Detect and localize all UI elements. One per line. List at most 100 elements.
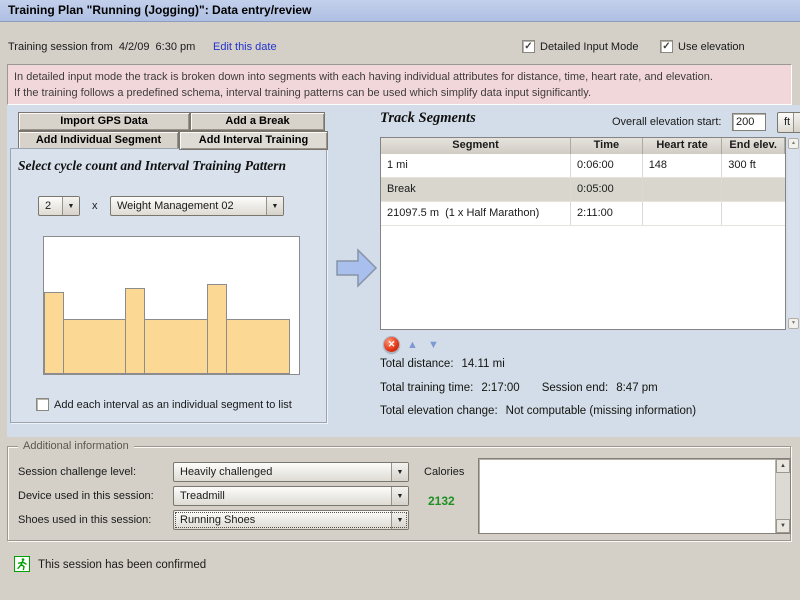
- challenge-level-combobox[interactable]: Heavily challenged ▼: [173, 462, 409, 482]
- scroll-up-icon[interactable]: ▲: [788, 138, 799, 149]
- pattern-chart: [43, 236, 300, 375]
- total-elevation-label: Total elevation change:: [380, 405, 498, 417]
- chevron-down-icon[interactable]: ▼: [62, 197, 79, 215]
- total-elevation-value: Not computable (missing information): [506, 405, 696, 417]
- total-distance-line: Total distance: 14.11 mi: [380, 358, 505, 370]
- challenge-level-value: Heavily challenged: [174, 463, 391, 481]
- add-each-interval-label: Add each interval as an individual segme…: [54, 399, 292, 411]
- interval-panel-heading: Select cycle count and Interval Training…: [18, 158, 286, 174]
- use-elevation-label: Use elevation: [678, 41, 745, 53]
- chevron-down-icon[interactable]: ▼: [391, 463, 408, 481]
- table-row[interactable]: 1 mi 0:06:00 148 300 ft: [381, 154, 785, 178]
- training-plan-window: Training Plan "Running (Jogging)": Data …: [0, 0, 800, 600]
- cell-time: 0:06:00: [571, 154, 643, 177]
- device-used-combobox[interactable]: Treadmill ▼: [173, 486, 409, 506]
- cell-end-elev: [722, 202, 785, 225]
- tab-import-gps-data[interactable]: Import GPS Data: [18, 112, 190, 131]
- cell-end-elev: 300 ft: [722, 154, 785, 177]
- pattern-bar: [144, 319, 208, 374]
- runner-icon: [14, 556, 30, 572]
- session-end-value: 8:47 pm: [616, 382, 658, 394]
- device-used-value: Treadmill: [174, 487, 391, 505]
- column-header-heart-rate[interactable]: Heart rate: [643, 138, 723, 154]
- track-segments-table: Segment Time Heart rate End elev. 1 mi 0…: [380, 137, 786, 330]
- total-distance-label: Total distance:: [380, 358, 454, 370]
- info-line-1: In detailed input mode the track is brok…: [14, 69, 785, 85]
- table-row[interactable]: Break 0:05:00: [381, 178, 785, 202]
- calories-label: Calories: [424, 466, 464, 478]
- scroll-down-icon[interactable]: ▼: [788, 318, 799, 329]
- chevron-down-icon[interactable]: ▼: [391, 511, 408, 529]
- total-time-line: Total training time: 2:17:00 Session end: 8…: [380, 382, 658, 394]
- cell-heart-rate: [643, 202, 723, 225]
- tab-add-a-break[interactable]: Add a Break: [190, 112, 325, 131]
- total-time-label: Total training time:: [380, 382, 473, 394]
- additional-information-legend: Additional information: [18, 440, 134, 452]
- session-date-label: Training session from 4/2/09 6:30 pm: [8, 41, 195, 53]
- shoes-used-label: Shoes used in this session:: [18, 514, 151, 526]
- cycle-count-combobox[interactable]: 2 ▼: [38, 196, 80, 216]
- pattern-bar: [44, 292, 64, 374]
- column-header-time[interactable]: Time: [571, 138, 643, 154]
- notes-scrollbar[interactable]: ▲ ▼: [775, 459, 790, 533]
- chevron-down-icon[interactable]: ▼: [391, 487, 408, 505]
- scroll-up-icon[interactable]: ▲: [776, 459, 790, 473]
- pattern-combobox[interactable]: Weight Management 02 ▼: [110, 196, 284, 216]
- track-segments-heading: Track Segments: [380, 110, 476, 127]
- check-icon: ✓: [660, 40, 673, 53]
- elevation-start-input[interactable]: [732, 113, 766, 131]
- window-title: Training Plan "Running (Jogging)": Data …: [8, 3, 311, 17]
- table-row[interactable]: 21097.5 m (1 x Half Marathon) 2:11:00: [381, 202, 785, 226]
- session-confirmed-label: This session has been confirmed: [38, 559, 206, 571]
- move-down-icon[interactable]: ▼: [428, 340, 439, 351]
- table-scrollbar[interactable]: ▲ ▼: [788, 138, 799, 329]
- cell-heart-rate: [643, 178, 723, 201]
- pattern-bar: [207, 284, 227, 374]
- pattern-value: Weight Management 02: [111, 197, 266, 215]
- total-time-value: 2:17:00: [481, 382, 519, 394]
- tab-add-interval-training[interactable]: Add Interval Training: [179, 131, 328, 150]
- add-each-interval-checkbox[interactable]: Add each interval as an individual segme…: [36, 398, 292, 411]
- info-line-2: If the training follows a predefined sch…: [14, 85, 785, 101]
- edit-date-link[interactable]: Edit this date: [213, 41, 277, 53]
- move-up-icon[interactable]: ▲: [407, 340, 418, 351]
- cell-time: 2:11:00: [571, 202, 643, 225]
- title-bar: Training Plan "Running (Jogging)": Data …: [0, 0, 800, 22]
- table-header-row: Segment Time Heart rate End elev.: [381, 138, 785, 154]
- cell-time: 0:05:00: [571, 178, 643, 201]
- cell-end-elev: [722, 178, 785, 201]
- pattern-bar: [63, 319, 126, 374]
- checkbox-empty-icon: [36, 398, 49, 411]
- multiply-label: x: [92, 200, 98, 212]
- shoes-used-combobox[interactable]: Running Shoes ▼: [173, 510, 409, 530]
- notes-text[interactable]: [479, 459, 775, 533]
- column-header-segment[interactable]: Segment: [381, 138, 571, 154]
- transfer-arrow-icon: [336, 246, 378, 292]
- cell-segment: 1 mi: [381, 154, 571, 177]
- device-used-label: Device used in this session:: [18, 490, 154, 502]
- cycle-count-value: 2: [39, 197, 62, 215]
- calories-value: 2132: [428, 494, 455, 508]
- pattern-bar: [226, 319, 290, 374]
- challenge-level-label: Session challenge level:: [18, 466, 136, 478]
- detailed-input-checkbox[interactable]: ✓ Detailed Input Mode: [522, 40, 638, 53]
- elevation-start-label: Overall elevation start:: [612, 116, 721, 128]
- total-elevation-line: Total elevation change: Not computable (m…: [380, 405, 696, 417]
- elevation-unit-combobox[interactable]: ft ▼: [777, 112, 800, 133]
- shoes-used-value: Running Shoes: [174, 511, 391, 529]
- delete-segment-button[interactable]: ✕: [383, 336, 400, 353]
- chevron-down-icon[interactable]: ▼: [266, 197, 283, 215]
- total-distance-value: 14.11 mi: [462, 358, 505, 370]
- session-end-label: Session end:: [542, 382, 609, 394]
- use-elevation-checkbox[interactable]: ✓ Use elevation: [660, 40, 745, 53]
- notes-textarea[interactable]: ▲ ▼: [478, 458, 791, 534]
- cell-heart-rate: 148: [643, 154, 723, 177]
- column-header-end-elev[interactable]: End elev.: [722, 138, 785, 154]
- scroll-down-icon[interactable]: ▼: [776, 519, 790, 533]
- cell-segment: Break: [381, 178, 571, 201]
- info-box: In detailed input mode the track is brok…: [7, 64, 792, 105]
- cell-segment: 21097.5 m (1 x Half Marathon): [381, 202, 571, 225]
- check-icon: ✓: [522, 40, 535, 53]
- chevron-down-icon[interactable]: ▼: [793, 113, 800, 132]
- elevation-unit-value: ft: [778, 113, 793, 132]
